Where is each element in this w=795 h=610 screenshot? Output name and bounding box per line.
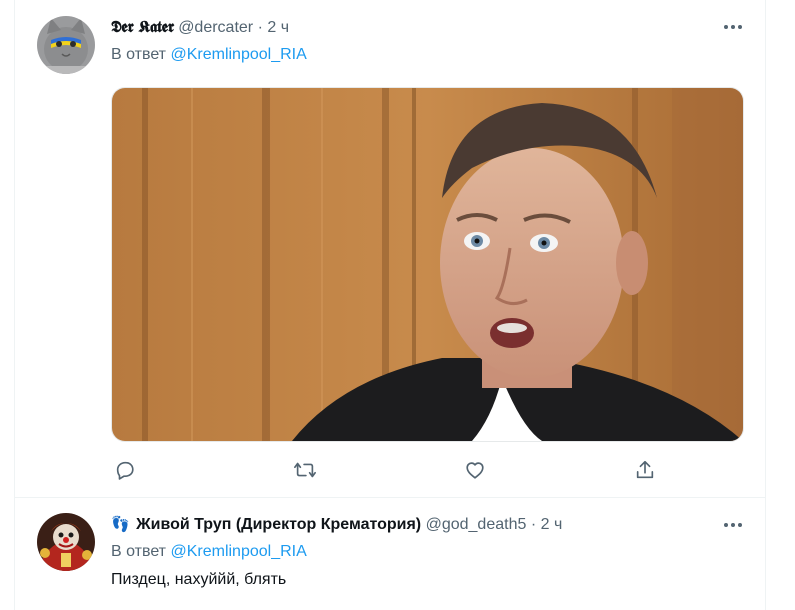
tweet-item[interactable]: 👣 Живой Труп (Директор Крематория) @god_… [15, 498, 765, 610]
reply-mention-link[interactable]: @Kremlinpool_RIA [170, 46, 306, 63]
separator-dot: · [530, 516, 537, 533]
tweet-header: 👣 Живой Труп (Директор Крематория) @god_… [111, 514, 562, 536]
reply-prefix: В ответ [111, 46, 167, 63]
reply-context: В ответ @Kremlinpool_RIA [111, 541, 307, 563]
tweet-item[interactable]: 𝕯𝖊𝖗 𝕶𝖆𝖙𝖊𝖗 @dercater · 2 ч В ответ @Kreml… [15, 0, 765, 498]
footprints-icon: 👣 [111, 516, 130, 533]
reply-context: В ответ @Kremlinpool_RIA [111, 44, 307, 66]
share-icon[interactable] [633, 458, 657, 482]
reply-mention-link[interactable]: @Kremlinpool_RIA [170, 543, 306, 560]
cat-avatar[interactable] [37, 16, 95, 74]
tweet-timestamp[interactable]: 2 ч [267, 19, 289, 36]
more-options-icon[interactable] [721, 513, 745, 537]
timeline-column: 𝕯𝖊𝖗 𝕶𝖆𝖙𝖊𝖗 @dercater · 2 ч В ответ @Kreml… [14, 0, 766, 610]
author-name[interactable]: Живой Труп (Директор Крематория) [136, 516, 421, 533]
author-name[interactable]: 𝕯𝖊𝖗 𝕶𝖆𝖙𝖊𝖗 [111, 17, 174, 36]
like-icon[interactable] [463, 458, 487, 482]
reply-prefix: В ответ [111, 543, 167, 560]
author-handle[interactable]: @dercater [178, 19, 253, 36]
tweet-actions [111, 458, 654, 482]
tweet-text: Пиздец, нахуййй, блять [111, 571, 287, 588]
retweet-icon[interactable] [293, 458, 317, 482]
tweet-photo[interactable] [111, 87, 744, 442]
separator-dot: · [257, 19, 263, 36]
reply-icon[interactable] [113, 458, 137, 482]
tweet-timestamp[interactable]: 2 ч [541, 516, 563, 533]
more-options-icon[interactable] [721, 15, 745, 39]
author-handle[interactable]: @god_death5 [426, 516, 527, 533]
clown-avatar[interactable] [37, 513, 95, 571]
tweet-header: 𝕯𝖊𝖗 𝕶𝖆𝖙𝖊𝖗 @dercater · 2 ч [111, 16, 289, 38]
